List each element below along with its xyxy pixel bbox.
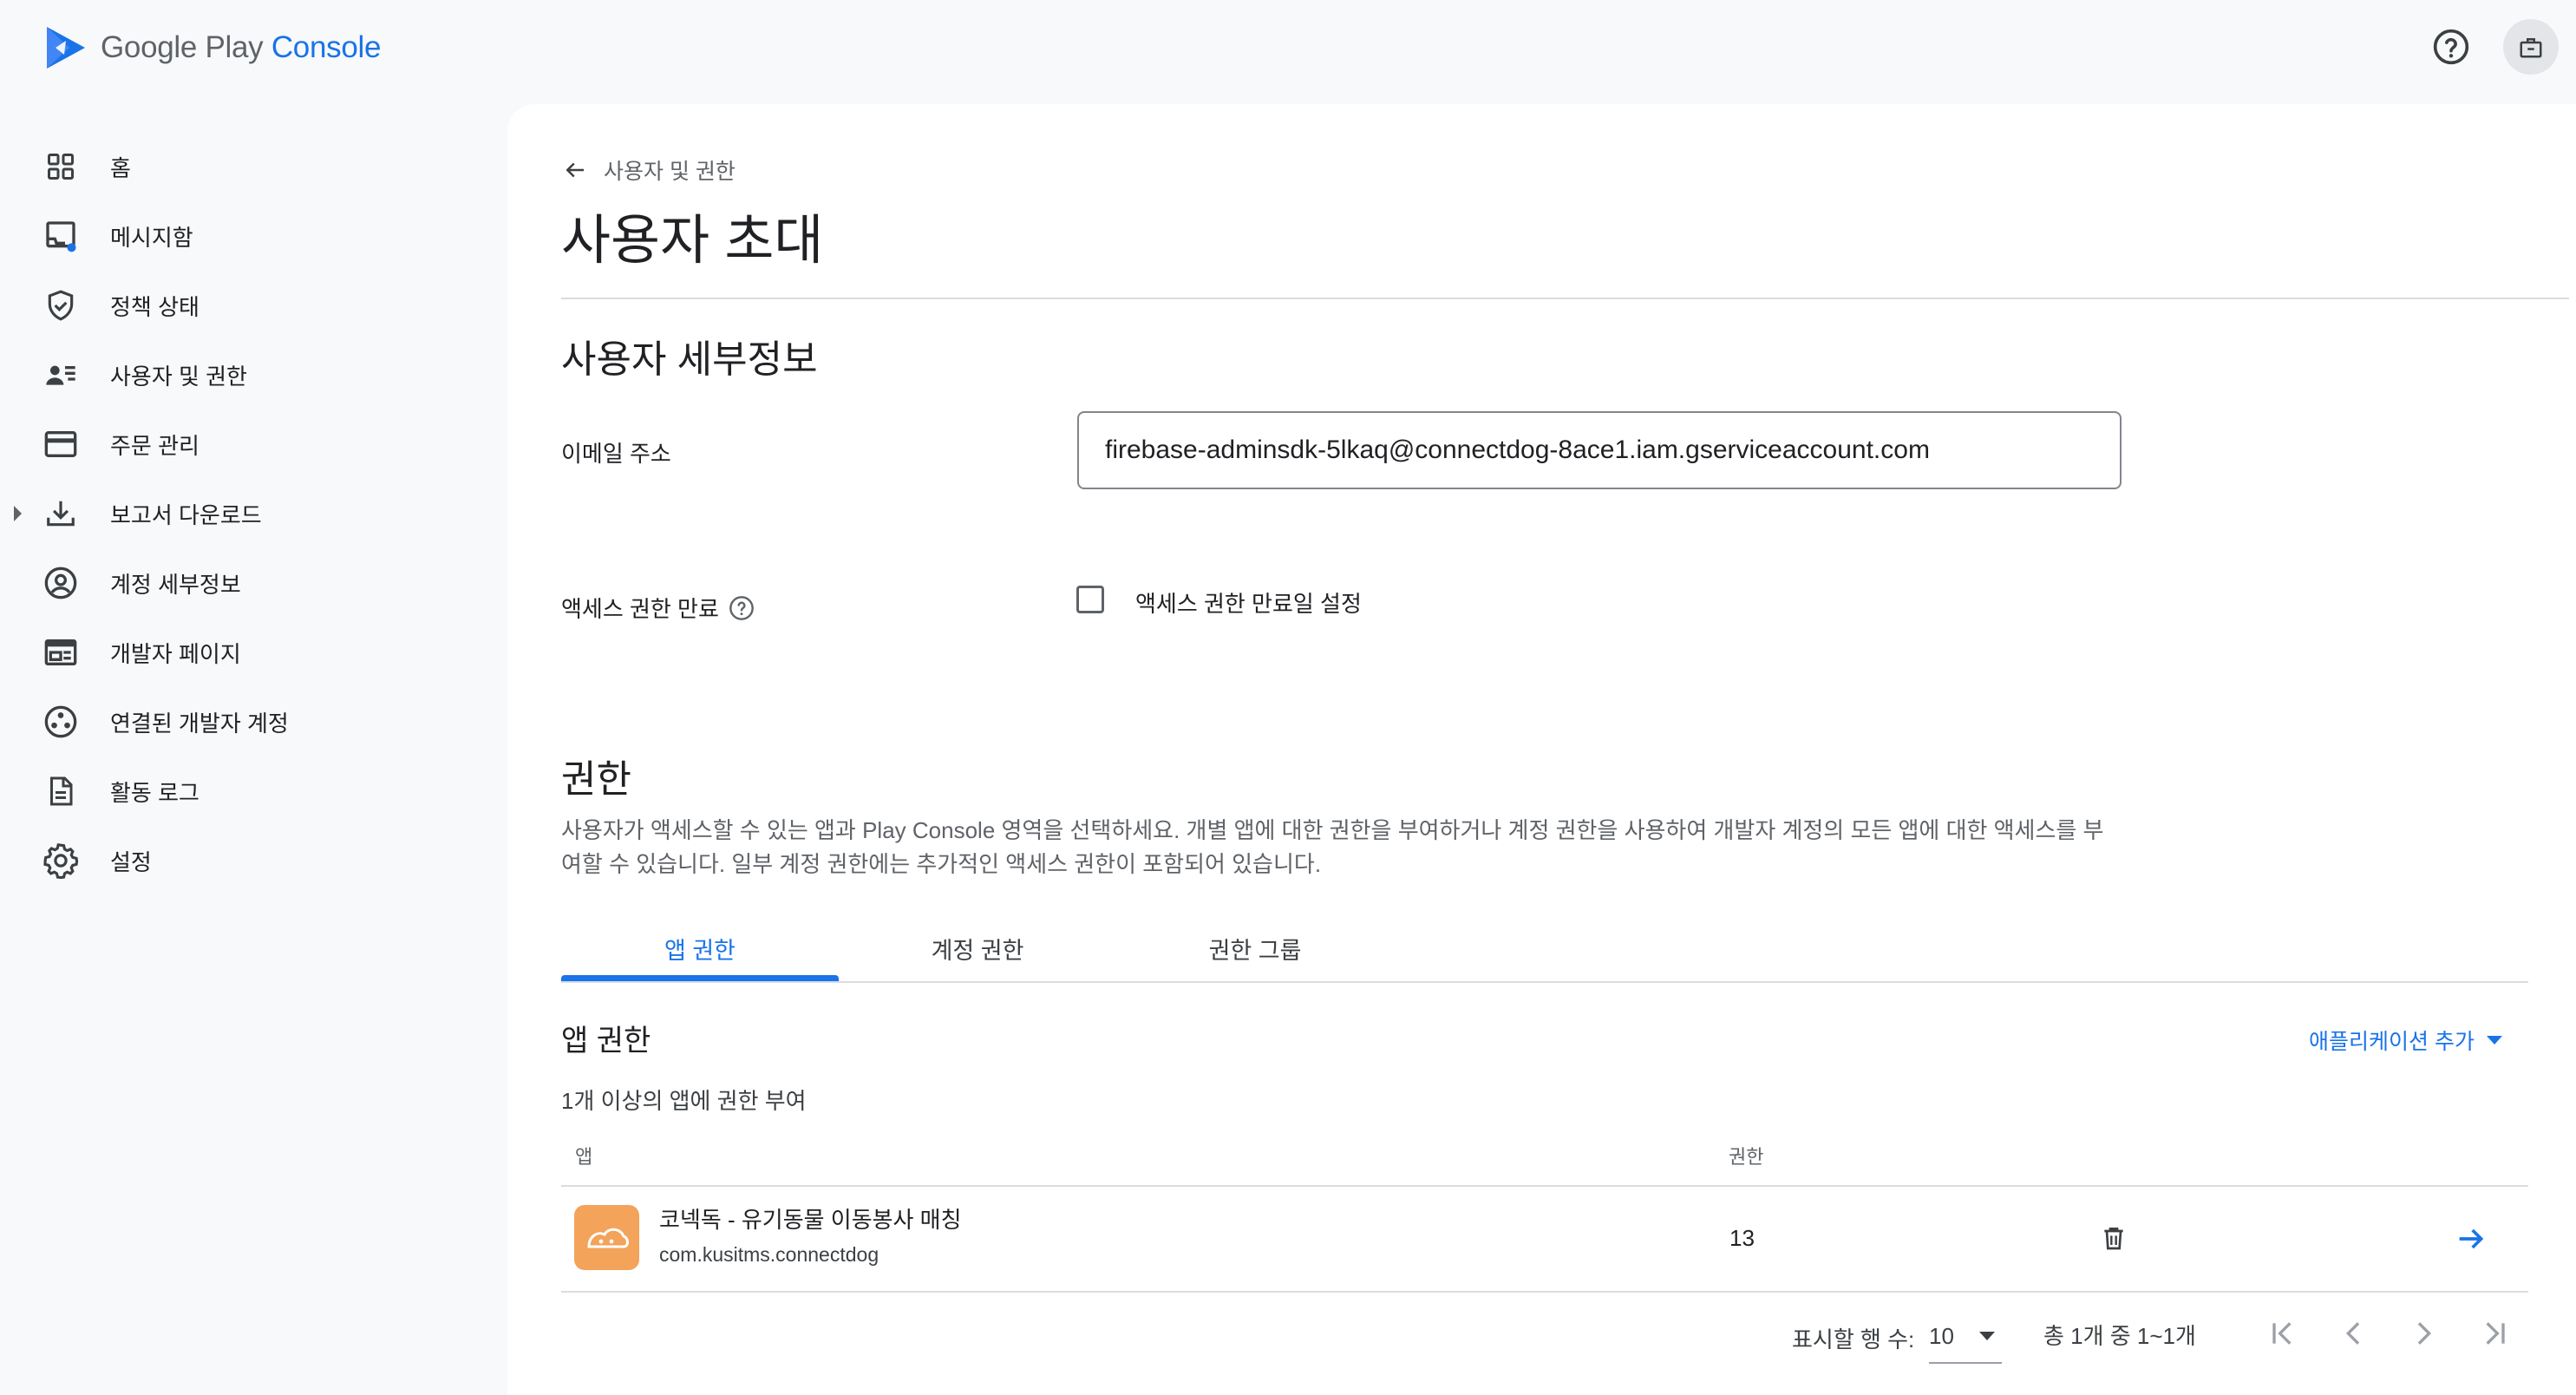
notifications-button[interactable] — [2503, 19, 2559, 75]
sidebar-item-label: 개발자 페이지 — [110, 640, 241, 667]
column-header-permissions: 권한 — [1729, 1146, 1764, 1168]
expand-caret-icon[interactable] — [14, 506, 22, 521]
sidebar-item-inbox[interactable]: 메시지함 — [0, 201, 503, 271]
sidebar-item-orders[interactable]: 주문 관리 — [0, 409, 503, 479]
sidebar-item-label: 메시지함 — [110, 224, 193, 251]
previous-page-button[interactable] — [2337, 1316, 2371, 1355]
first-page-button[interactable] — [2265, 1316, 2300, 1355]
sidebar-item-label: 활동 로그 — [110, 779, 199, 806]
sidebar-item-linked-accounts[interactable]: 연결된 개발자 계정 — [0, 687, 503, 756]
sidebar-item-label: 설정 — [110, 848, 152, 875]
account-circle-icon — [42, 564, 80, 602]
back-link[interactable]: 사용자 및 권한 — [562, 154, 736, 186]
chevron-right-icon — [2417, 1322, 2432, 1345]
logo-text-main: Google Play — [101, 30, 264, 64]
dropdown-arrow-icon — [2486, 1036, 2502, 1045]
app-icon — [574, 1205, 639, 1270]
rows-per-page-select[interactable]: 10 — [1929, 1310, 2002, 1364]
access-expiry-label-row: 액세스 권한 만료 — [561, 592, 755, 624]
add-application-button[interactable]: 애플리케이션 추가 — [2309, 1025, 2502, 1056]
sidebar-item-label: 계정 세부정보 — [110, 571, 241, 598]
sidebar-item-developer-page[interactable]: 개발자 페이지 — [0, 618, 503, 687]
help-outline-icon[interactable] — [728, 594, 755, 622]
first-page-icon — [2272, 1322, 2292, 1345]
last-page-icon — [2486, 1322, 2505, 1345]
play-console-logo-icon — [47, 27, 85, 69]
tabs-divider — [561, 981, 2528, 983]
arrow-back-icon — [566, 162, 584, 178]
next-page-button[interactable] — [2406, 1316, 2441, 1355]
pagination-range: 총 1개 중 1~1개 — [2043, 1323, 2196, 1349]
play-console-logo[interactable]: Google Play Console — [43, 24, 381, 71]
app-name: 코넥독 - 유기동물 이동봉사 매칭 — [659, 1207, 962, 1233]
tab-app-permissions[interactable]: 앱 권한 — [561, 932, 839, 966]
download-icon — [42, 494, 80, 533]
rows-per-page-value: 10 — [1929, 1322, 1954, 1349]
last-page-button[interactable] — [2477, 1316, 2512, 1355]
sidebar-item-label: 사용자 및 권한 — [110, 363, 247, 390]
tab-permission-groups[interactable]: 권한 그룹 — [1116, 932, 1394, 966]
trash-icon — [2104, 1228, 2123, 1250]
web-page-icon — [42, 633, 80, 671]
shield-check-icon — [42, 286, 80, 324]
title-divider — [561, 298, 2569, 299]
help-button[interactable] — [2425, 21, 2477, 73]
access-expiry-checkbox[interactable] — [1076, 586, 1104, 613]
sidebar-item-label: 정책 상태 — [110, 293, 199, 320]
sidebar-item-policy[interactable]: 정책 상태 — [0, 271, 503, 340]
linked-accounts-icon — [42, 703, 80, 741]
permissions-title: 권한 — [561, 758, 631, 801]
sidebar-nav: 홈 메시지함 정책 상태 사용자 및 권한 주문 관리 보고서 다운로드 계정 … — [0, 132, 503, 895]
table-row-divider — [561, 1291, 2528, 1293]
sidebar-item-label: 주문 관리 — [110, 432, 199, 459]
sidebar-item-label: 보고서 다운로드 — [110, 501, 262, 528]
chevron-left-icon — [2345, 1322, 2360, 1345]
app-package: com.kusitms.connectdog — [659, 1243, 879, 1266]
app-permissions-title: 앱 권한 — [561, 1025, 651, 1058]
sidebar-item-activity-log[interactable]: 활동 로그 — [0, 756, 503, 826]
sidebar-item-settings[interactable]: 설정 — [0, 826, 503, 895]
access-expiry-checkbox-label[interactable]: 액세스 권한 만료일 설정 — [1135, 586, 1362, 619]
connectdog-logo-icon — [586, 1228, 629, 1248]
open-app-permissions-button[interactable] — [2454, 1221, 2488, 1261]
credit-card-icon — [42, 425, 80, 463]
email-value: firebase-adminsdk-5lkaq@connectdog-8ace1… — [1105, 436, 1930, 464]
logo-text: Google Play Console — [101, 30, 381, 65]
sidebar-item-account-details[interactable]: 계정 세부정보 — [0, 548, 503, 618]
app-permissions-subtitle: 1개 이상의 앱에 권한 부여 — [561, 1088, 807, 1114]
dropdown-arrow-icon — [1979, 1332, 1995, 1340]
delete-button[interactable] — [2100, 1223, 2128, 1257]
add-application-label: 애플리케이션 추가 — [2309, 1030, 2475, 1054]
tab-account-permissions[interactable]: 계정 권한 — [839, 932, 1116, 966]
sidebar-item-home[interactable]: 홈 — [0, 132, 503, 201]
home-grid-icon — [42, 147, 80, 186]
access-expiry-label: 액세스 권한 만료 — [561, 596, 719, 622]
email-label: 이메일 주소 — [561, 441, 671, 467]
permission-count: 13 — [1729, 1225, 1755, 1251]
document-icon — [42, 772, 80, 810]
column-header-app: 앱 — [575, 1146, 593, 1168]
page-title: 사용자 초대 — [561, 211, 824, 271]
table-header-divider — [561, 1185, 2528, 1187]
logo-text-accent: Console — [271, 30, 382, 64]
sidebar-item-label: 홈 — [110, 154, 131, 181]
email-field[interactable]: firebase-adminsdk-5lkaq@connectdog-8ace1… — [1077, 411, 2122, 489]
sidebar-item-reports[interactable]: 보고서 다운로드 — [0, 479, 503, 548]
active-tab-indicator — [561, 975, 839, 981]
permissions-description: 사용자가 액세스할 수 있는 앱과 Play Console 영역을 선택하세요… — [561, 817, 2104, 877]
rows-per-page-label: 표시할 행 수: — [1792, 1326, 1915, 1352]
back-link-label: 사용자 및 권한 — [604, 160, 736, 184]
user-details-title: 사용자 세부정보 — [561, 338, 818, 381]
arrow-forward-icon — [2459, 1228, 2484, 1249]
sidebar-item-label: 연결된 개발자 계정 — [110, 710, 289, 737]
notifications-icon — [2520, 38, 2542, 58]
users-icon — [42, 356, 80, 394]
help-icon — [2433, 29, 2469, 65]
gear-icon — [42, 842, 80, 880]
inbox-icon — [42, 217, 80, 255]
sidebar-item-users[interactable]: 사용자 및 권한 — [0, 340, 503, 409]
